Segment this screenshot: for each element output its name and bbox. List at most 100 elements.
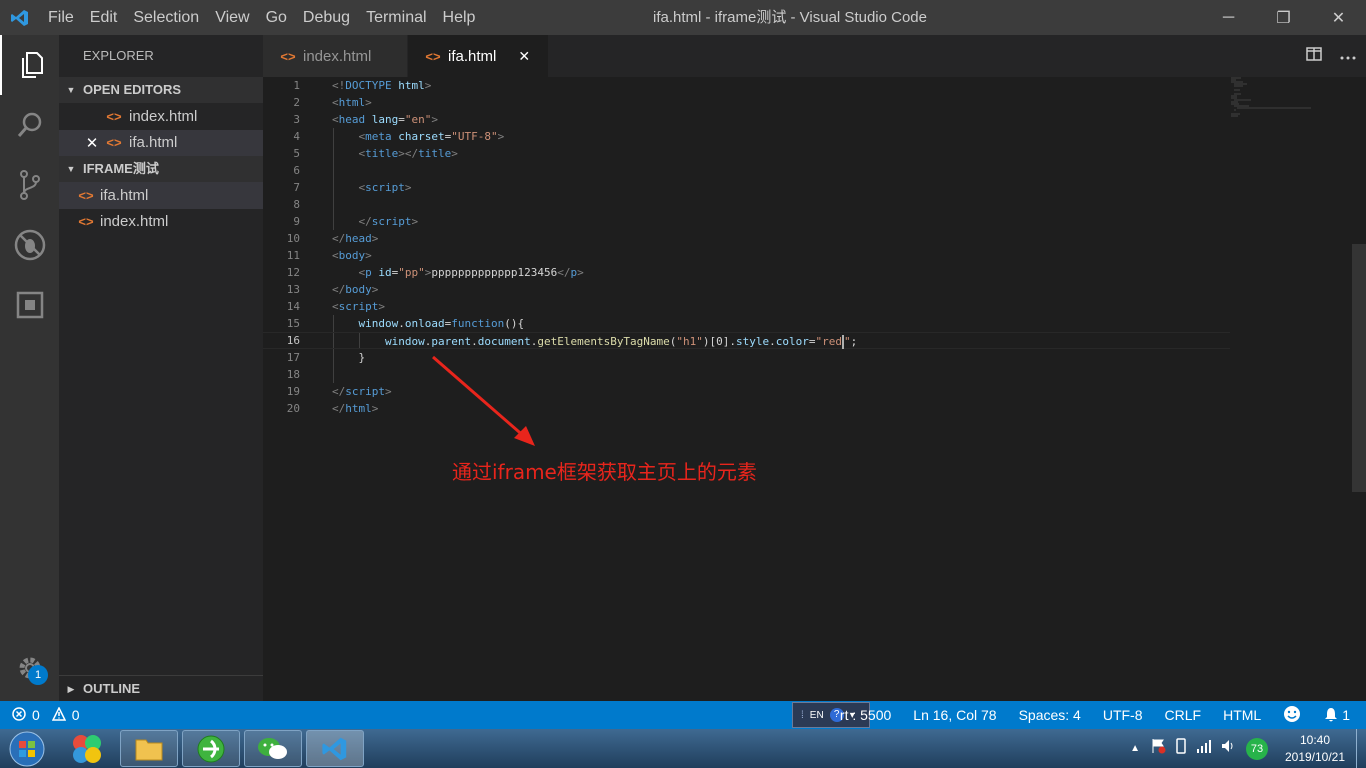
show-hidden-icons[interactable]: ▲ — [1130, 743, 1140, 754]
explorer-icon[interactable] — [0, 35, 59, 95]
minimize-button[interactable]: ─ — [1201, 0, 1256, 35]
annotation-arrow-icon — [432, 355, 535, 446]
tab-label: index.html — [303, 47, 372, 65]
html-file-icon: <> — [78, 214, 94, 230]
cursor-position[interactable]: Ln 16, Col 78 — [913, 707, 996, 723]
show-desktop-button[interactable] — [1356, 729, 1366, 768]
outline-label: OUTLINE — [83, 680, 141, 696]
menu-view[interactable]: View — [207, 0, 257, 35]
open-editor-item-ifa[interactable]: ✕ <> ifa.html — [59, 129, 263, 156]
status-bar-right: rt : 5500 Ln 16, Col 78 Spaces: 4 UTF-8 … — [840, 701, 1350, 729]
more-actions-icon[interactable] — [1340, 47, 1356, 65]
volume-icon[interactable] — [1220, 738, 1236, 759]
code-text: } — [358, 351, 366, 364]
menu-edit[interactable]: Edit — [82, 0, 126, 35]
language-mode[interactable]: HTML — [1223, 707, 1261, 723]
folder-file-index[interactable]: <> index.html — [59, 209, 263, 236]
clock-date: 2019/10/21 — [1284, 749, 1346, 764]
vscode-window: File Edit Selection View Go Debug Termin… — [0, 0, 1366, 768]
vscode-icon — [322, 737, 347, 760]
code-text: <body> — [332, 249, 372, 262]
code-text: </head> — [332, 232, 379, 245]
status-bar: 0 0 ⁞ EN ? ▾ rt : 5500 Ln 16, Col 78 Spa… — [0, 701, 1366, 729]
taskbar-wechat[interactable] — [244, 730, 302, 767]
html-file-icon: <> — [106, 135, 122, 151]
code-text: window.onload=function(){ — [358, 317, 525, 330]
folder-label: IFRAME测试 — [83, 161, 159, 176]
menu-debug[interactable]: Debug — [295, 0, 358, 35]
outline-header[interactable]: ▶ OUTLINE — [59, 675, 263, 701]
minimap[interactable] — [1231, 77, 1351, 117]
open-editors-label: OPEN EDITORS — [83, 82, 182, 97]
taskbar: ▲ 73 10:40 2019/10/21 — [0, 729, 1366, 768]
activity-bar: 1 — [0, 35, 59, 701]
settings-badge: 1 — [28, 665, 48, 685]
annotation-text: 通过iframe框架获取主页上的元素 — [452, 460, 757, 484]
extensions-icon[interactable] — [0, 275, 59, 335]
taskbar-browser[interactable] — [182, 730, 240, 767]
window-title: ifa.html - iframe测试 - Visual Studio Code — [653, 9, 927, 26]
problems-indicator[interactable]: 0 0 — [12, 701, 80, 729]
error-count: 0 — [32, 707, 40, 723]
tray-security-badge[interactable]: 73 — [1246, 737, 1268, 760]
indentation[interactable]: Spaces: 4 — [1019, 707, 1081, 723]
encoding[interactable]: UTF-8 — [1103, 707, 1143, 723]
wechat-icon — [258, 737, 287, 759]
feedback-smiley-icon[interactable] — [1283, 705, 1301, 726]
html-file-icon: <> — [106, 108, 122, 124]
close-window-button[interactable]: ✕ — [1311, 0, 1366, 35]
ime-lang[interactable]: EN — [810, 710, 824, 721]
code-text: <title></title> — [358, 147, 458, 160]
menu-bar: File Edit Selection View Go Debug Termin… — [40, 0, 483, 35]
vscode-logo-icon — [0, 0, 40, 35]
tab-index-html[interactable]: <> index.html — [263, 35, 408, 77]
search-icon[interactable] — [0, 95, 59, 155]
code-text: <script> — [332, 300, 385, 313]
editor-scrollbar[interactable] — [1352, 77, 1366, 701]
taskbar-vscode[interactable] — [306, 730, 364, 767]
flag-icon[interactable] — [1150, 738, 1166, 759]
notifications[interactable]: 1 — [1323, 707, 1350, 723]
taskbar-explorer[interactable] — [120, 730, 178, 767]
code-text: </script> — [358, 215, 419, 228]
close-tab-icon[interactable]: ✕ — [518, 48, 530, 65]
bell-icon — [1325, 708, 1338, 722]
live-server-port[interactable]: rt : 5500 — [840, 707, 891, 723]
network-icon[interactable] — [1196, 739, 1212, 758]
device-icon[interactable] — [1174, 738, 1188, 759]
menu-help[interactable]: Help — [435, 0, 484, 35]
tab-actions — [1306, 35, 1356, 77]
source-control-icon[interactable] — [0, 155, 59, 215]
tab-ifa-html[interactable]: <> ifa.html ✕ — [408, 35, 549, 77]
menu-go[interactable]: Go — [258, 0, 295, 35]
settings-gear-icon[interactable]: 1 — [0, 643, 59, 693]
editor-tabs: <> index.html <> ifa.html ✕ — [263, 35, 1366, 77]
title-bar: File Edit Selection View Go Debug Termin… — [0, 0, 1366, 35]
code-text: </body> — [332, 283, 379, 296]
split-editor-icon[interactable] — [1306, 46, 1322, 66]
line-ending[interactable]: CRLF — [1165, 707, 1202, 723]
code-text: <!DOCTYPE html> — [332, 79, 432, 92]
tab-label: ifa.html — [448, 47, 497, 65]
code-editor[interactable]: 1 2 3 4 5 6 7 8 9 10 11 12 13 14 15 16 17 18 19 20 <!DOCTYP… — [263, 77, 1366, 701]
menu-terminal[interactable]: Terminal — [358, 0, 434, 35]
scroll-thumb[interactable] — [1352, 244, 1366, 492]
explorer-sidebar: EXPLORER ▼ OPEN EDITORS <> index.html ✕ … — [59, 35, 263, 701]
restore-button[interactable]: ❐ — [1256, 0, 1311, 35]
folder-file-ifa[interactable]: <> ifa.html — [59, 182, 263, 209]
open-editors-header[interactable]: ▼ OPEN EDITORS — [59, 77, 263, 103]
chevron-right-icon: ▶ — [67, 683, 75, 694]
code-text: </html> — [332, 402, 379, 415]
taskbar-app-1[interactable] — [58, 730, 116, 767]
menu-selection[interactable]: Selection — [125, 0, 207, 35]
clock-time: 10:40 — [1299, 732, 1331, 747]
html-file-icon: <> — [280, 48, 296, 64]
start-button[interactable] — [6, 730, 48, 768]
debug-icon[interactable] — [0, 215, 59, 275]
clock[interactable]: 10:40 2019/10/21 — [1274, 732, 1356, 766]
open-editor-item-index[interactable]: <> index.html — [59, 103, 263, 130]
menu-file[interactable]: File — [40, 0, 82, 35]
folder-header[interactable]: ▼ IFRAME测试 — [59, 156, 263, 182]
close-editor-icon[interactable]: ✕ — [81, 134, 103, 152]
error-icon — [12, 706, 26, 724]
